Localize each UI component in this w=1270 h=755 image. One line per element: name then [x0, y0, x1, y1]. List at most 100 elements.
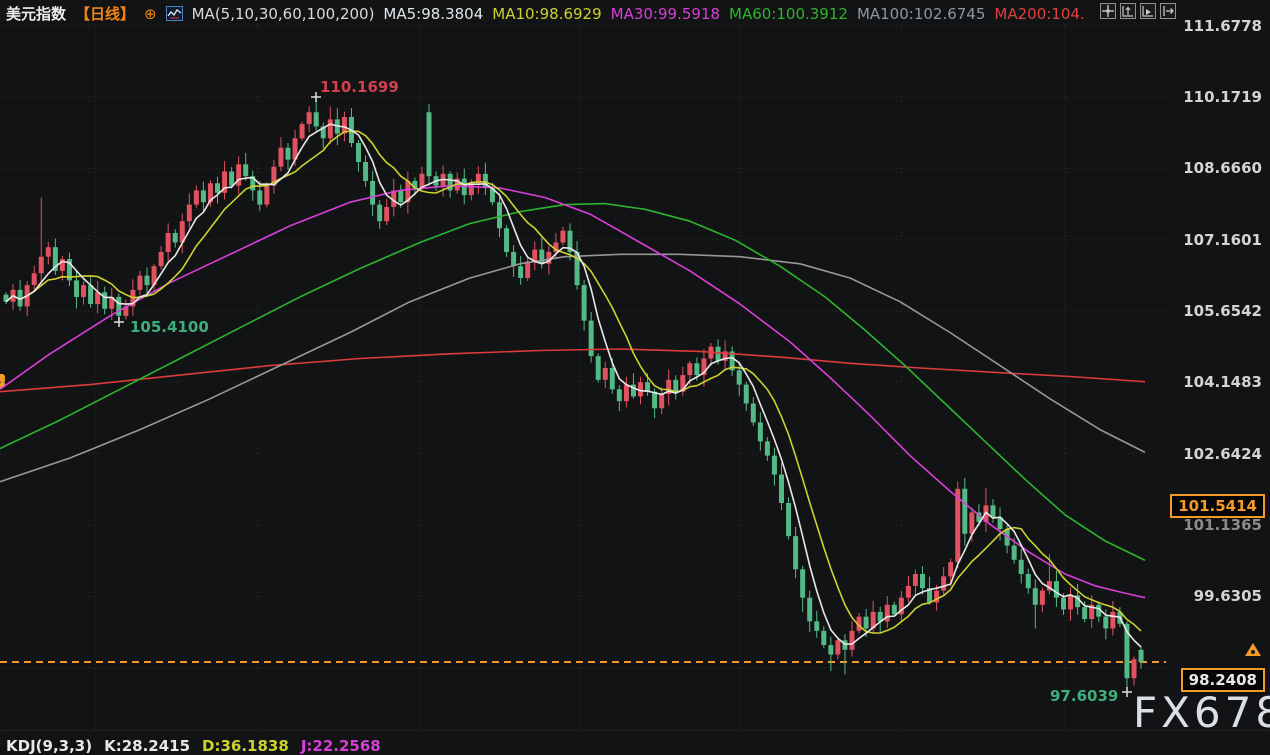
- candle-body: [716, 347, 721, 361]
- candle-body: [497, 202, 502, 228]
- candle-body: [610, 368, 615, 389]
- candle-body: [194, 190, 199, 204]
- candle-body: [758, 422, 763, 441]
- ma5-value: MA5:98.3804: [383, 5, 483, 23]
- candle-body: [1132, 659, 1137, 678]
- add-indicator-icon[interactable]: ⊕: [144, 7, 157, 21]
- mini-chart-icon[interactable]: [166, 6, 183, 21]
- candle-body: [427, 112, 432, 176]
- candle-body: [81, 285, 86, 297]
- candle-body: [962, 489, 967, 534]
- candle-body: [1033, 588, 1038, 605]
- candle-body: [525, 261, 530, 278]
- candle-body: [102, 292, 107, 309]
- candle-body: [539, 250, 544, 264]
- candle-body: [356, 143, 361, 162]
- candle-body: [1082, 607, 1087, 619]
- ma10-value: MA10:98.6929: [492, 5, 601, 23]
- app-header: 美元指数 【日线】 ⊕ MA(5,10,30,60,100,200) MA5:9…: [6, 3, 1085, 24]
- candle-body: [173, 233, 178, 242]
- candle-body: [215, 183, 220, 192]
- candle-body: [828, 645, 833, 654]
- period-label: 【日线】: [75, 3, 135, 24]
- ma30-value: MA30:99.5918: [611, 5, 720, 23]
- candle-body: [257, 190, 262, 204]
- candle-body: [145, 276, 150, 285]
- candle-body: [835, 640, 840, 654]
- candle-body: [137, 276, 142, 290]
- candle-body: [39, 257, 44, 274]
- candle-body: [807, 598, 812, 622]
- ma-params-label: MA(5,10,30,60,100,200): [192, 5, 375, 23]
- crosshair-icon[interactable]: [1100, 3, 1116, 19]
- candle-body: [504, 228, 509, 252]
- candle-body: [737, 370, 742, 384]
- axis-scale-up-icon[interactable]: [1120, 3, 1136, 19]
- candle-body: [46, 247, 51, 256]
- candle-body: [673, 380, 678, 392]
- candle-body: [243, 164, 248, 176]
- candle-body: [751, 404, 756, 423]
- candle-body: [850, 631, 855, 650]
- candle-body: [793, 536, 798, 569]
- candle-body: [786, 503, 791, 536]
- candle-body: [1068, 595, 1073, 609]
- candle-body: [603, 368, 608, 380]
- candle-body: [32, 273, 37, 285]
- candle-body: [920, 574, 925, 588]
- candle-body: [906, 586, 911, 598]
- ma-line-MA100: [0, 254, 1145, 481]
- candle-body: [941, 576, 946, 590]
- ma200-value: MA200:104.: [994, 5, 1084, 23]
- candlestick-chart[interactable]: [0, 0, 1270, 748]
- candle-body: [370, 181, 375, 205]
- candle-body: [772, 456, 777, 475]
- ma60-value: MA60:100.3912: [729, 5, 848, 23]
- chart-toolbar: [1100, 3, 1176, 19]
- candle-body: [991, 505, 996, 517]
- candle-body: [744, 385, 749, 404]
- candle-body: [363, 162, 368, 181]
- candle-body: [307, 112, 312, 124]
- candle-body: [969, 512, 974, 533]
- candle-body: [589, 321, 594, 357]
- candle-body: [384, 207, 389, 221]
- ma100-value: MA100:102.6745: [857, 5, 985, 23]
- candle-body: [821, 631, 826, 645]
- candle-body: [1019, 560, 1024, 574]
- candle-body: [687, 363, 692, 375]
- candle-body: [1139, 650, 1144, 662]
- candle-body: [617, 389, 622, 401]
- candle-body: [948, 562, 953, 576]
- candle-body: [1026, 574, 1031, 588]
- candle-body: [913, 574, 918, 586]
- ma-line-MA5: [6, 124, 1141, 647]
- candle-body: [511, 252, 516, 266]
- candle-body: [624, 385, 629, 402]
- candle-body: [1054, 581, 1059, 598]
- candle-body: [652, 392, 657, 409]
- candle-body: [278, 148, 283, 167]
- candle-body: [201, 190, 206, 202]
- candle-body: [659, 394, 664, 408]
- candle-body: [187, 205, 192, 222]
- candle-body: [377, 205, 382, 222]
- exit-right-icon[interactable]: [1160, 3, 1176, 19]
- candle-body: [694, 363, 699, 375]
- candle-body: [779, 475, 784, 503]
- candle-body: [645, 382, 650, 391]
- candle-body: [74, 280, 79, 297]
- candle-body: [582, 285, 587, 321]
- candle-body: [814, 621, 819, 630]
- candle-body: [159, 252, 164, 266]
- price-flag-dot: [1251, 650, 1255, 654]
- candle-body: [88, 285, 93, 304]
- candle-body: [1061, 598, 1066, 610]
- candle-body: [300, 124, 305, 138]
- candle-body: [166, 233, 171, 252]
- candle-body: [314, 112, 319, 126]
- axis-scale-right-icon[interactable]: [1140, 3, 1156, 19]
- candle-body: [800, 569, 805, 597]
- candle-body: [1040, 591, 1045, 605]
- candle-body: [1103, 617, 1108, 629]
